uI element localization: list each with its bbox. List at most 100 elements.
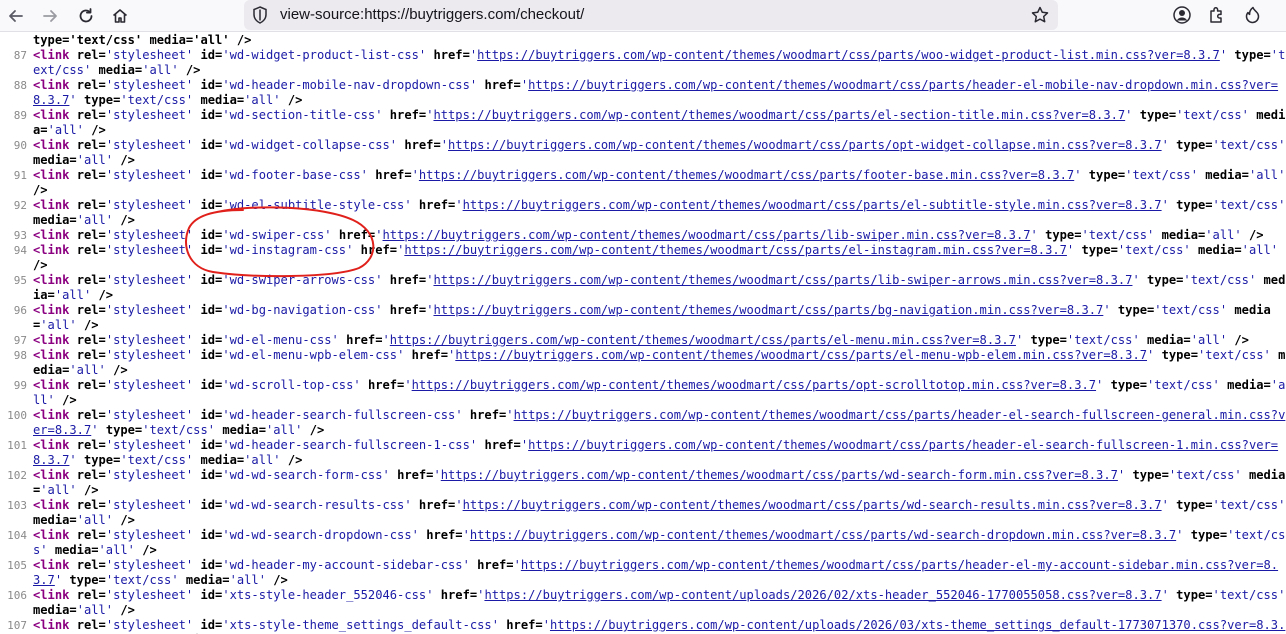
line-number: 91 — [13, 169, 27, 182]
id-value: wd-header-my-account-sidebar-css — [229, 558, 463, 572]
stylesheet-link[interactable]: https://buytriggers.com/wp-content/theme… — [433, 273, 1132, 287]
stylesheet-link[interactable]: https://buytriggers.com/wp-content/theme… — [433, 108, 1125, 122]
line-number: 102 — [7, 469, 27, 482]
tag-close: /> — [273, 573, 288, 587]
stylesheet-link[interactable]: https://buytriggers.com/wp-content/theme… — [383, 228, 1031, 242]
shield-icon[interactable] — [250, 5, 270, 25]
attr-name: media= — [1161, 228, 1206, 242]
attr-name: rel= — [76, 168, 106, 182]
attr-name: href= — [440, 588, 478, 602]
attr-value: 'text/css' — [1081, 228, 1155, 242]
attr-name: type= — [1088, 168, 1126, 182]
attr-value: 'text/css' — [1212, 498, 1286, 512]
tag-close: /> — [185, 63, 201, 77]
attr-name: type= — [1176, 138, 1213, 152]
tag-close: /> — [287, 453, 303, 467]
account-button[interactable] — [1171, 4, 1193, 26]
bookmark-star-icon[interactable] — [1030, 5, 1050, 25]
attr-name: id= — [200, 333, 223, 347]
stylesheet-link[interactable]: https://buytriggers.com/wp-content/theme… — [419, 168, 1074, 182]
attr-value: 'all' — [244, 453, 281, 467]
stylesheet-link[interactable]: https://buytriggers.com/wp-content/theme… — [433, 303, 1103, 317]
line-number: 104 — [7, 529, 27, 542]
attr-name: href= — [367, 378, 405, 392]
stylesheet-link[interactable]: https://buytriggers.com/wp-content/theme… — [477, 48, 1220, 62]
stylesheet-link[interactable]: https://buytriggers.com/wp-content/theme… — [463, 198, 1162, 212]
attr-value: 'stylesheet' — [105, 528, 194, 542]
stylesheet-link[interactable]: https://buytriggers.com/wp-content/uploa… — [484, 588, 1161, 602]
attr-name: type= — [1081, 243, 1118, 257]
stylesheet-link[interactable]: https://buytriggers.com/wp-content/theme… — [455, 348, 1147, 362]
id-value: wd-header-mobile-nav-dropdown-css — [229, 78, 470, 92]
attr-name: type= — [1176, 498, 1213, 512]
line-number: 88 — [13, 79, 27, 92]
attr-name: rel= — [76, 108, 106, 122]
tag-close: /> — [1234, 333, 1249, 347]
source-line: 93 <link rel='stylesheet' id='wd-swiper-c… — [0, 228, 1286, 243]
attr-name: rel= — [76, 438, 106, 452]
stylesheet-link[interactable]: https://buytriggers.com/wp-content/theme… — [441, 468, 1118, 482]
attr-value: 'text/css' — [1066, 333, 1140, 347]
tag-name: <link — [33, 168, 70, 182]
reload-button[interactable] — [72, 2, 100, 30]
attr-value: 'stylesheet' — [105, 198, 194, 212]
id-value: wd-header-search-fullscreen-css — [229, 408, 456, 422]
attr-name: rel= — [76, 618, 106, 632]
account-icon — [1173, 6, 1191, 24]
extensions-button[interactable] — [1206, 4, 1228, 26]
attr-value: 'stylesheet' — [105, 348, 194, 362]
firefox-relay-button[interactable] — [1242, 4, 1264, 26]
attr-name: id= — [200, 168, 223, 182]
back-button[interactable] — [2, 2, 30, 30]
attr-name: type= — [1190, 528, 1228, 542]
stylesheet-link[interactable]: https://buytriggers.com/wp-content/theme… — [463, 498, 1162, 512]
url-text[interactable]: view-source:https://buytriggers.com/chec… — [280, 6, 584, 23]
attr-name: media= — [1147, 333, 1191, 347]
attr-name: type= — [1176, 198, 1213, 212]
attr-value: 'all' — [69, 363, 106, 377]
tag-close: /> — [120, 513, 135, 527]
stylesheet-link[interactable]: https://buytriggers.com/wp-content/theme… — [448, 138, 1162, 152]
id-value: wd-header-search-fullscreen-1-css — [229, 438, 470, 452]
line-number: 103 — [7, 499, 27, 512]
id-value: wd-section-title-css — [229, 108, 376, 122]
tag-close: /> — [142, 543, 157, 557]
attr-value: 'all' — [266, 423, 303, 437]
attr-name: id= — [200, 138, 223, 152]
source-line: 97 <link rel='stylesheet' id='wd-el-menu-… — [0, 333, 1286, 348]
home-button[interactable] — [106, 2, 134, 30]
address-bar[interactable]: view-source:https://buytriggers.com/chec… — [244, 0, 1058, 30]
tag-name: <link — [33, 273, 70, 287]
attr-name: id= — [200, 273, 223, 287]
source-line: 99 <link rel='stylesheet' id='wd-scroll-t… — [0, 378, 1286, 408]
id-value: wd-wd-search-dropdown-css — [229, 528, 412, 542]
tag-name: <link — [33, 588, 70, 602]
stylesheet-link[interactable]: https://buytriggers.com/wp-content/theme… — [412, 378, 1096, 392]
stylesheet-link[interactable]: https://buytriggers.com/wp-content/theme… — [404, 243, 1067, 257]
attr-value: 'stylesheet' — [105, 108, 194, 122]
attr-name: id= — [200, 558, 223, 572]
attr-value: 'all' — [54, 288, 92, 302]
attr-name: rel= — [76, 588, 106, 602]
attr-value: 'all' — [40, 483, 77, 497]
reload-icon — [79, 8, 93, 23]
attr-name: href= — [389, 273, 427, 287]
tag-close: /> — [120, 153, 135, 167]
source-line: 104 <link rel='stylesheet' id='wd-wd-sear… — [0, 528, 1286, 558]
id-value: wd-widget-product-list-css — [229, 48, 419, 62]
stylesheet-link[interactable]: https://buytriggers.com/wp-content/theme… — [470, 528, 1176, 542]
id-value: wd-wd-search-form-css — [229, 468, 383, 482]
attr-name: type= — [1030, 333, 1067, 347]
stylesheet-link[interactable]: https://buytriggers.com/wp-content/theme… — [390, 333, 1016, 347]
forward-button[interactable] — [36, 2, 64, 30]
attr-name: id= — [200, 468, 223, 482]
attr-name: id= — [200, 48, 223, 62]
attr-value: 'all' — [142, 63, 179, 77]
attr-name: href= — [338, 228, 376, 242]
attr-name: rel= — [76, 138, 106, 152]
line-number: 105 — [7, 559, 27, 572]
tag-close: /> — [113, 363, 128, 377]
attr-name: media= — [98, 63, 143, 77]
attr-value: 'text/css' — [1176, 108, 1249, 122]
source-line: 94 <link rel='stylesheet' id='wd-instagra… — [0, 243, 1286, 273]
